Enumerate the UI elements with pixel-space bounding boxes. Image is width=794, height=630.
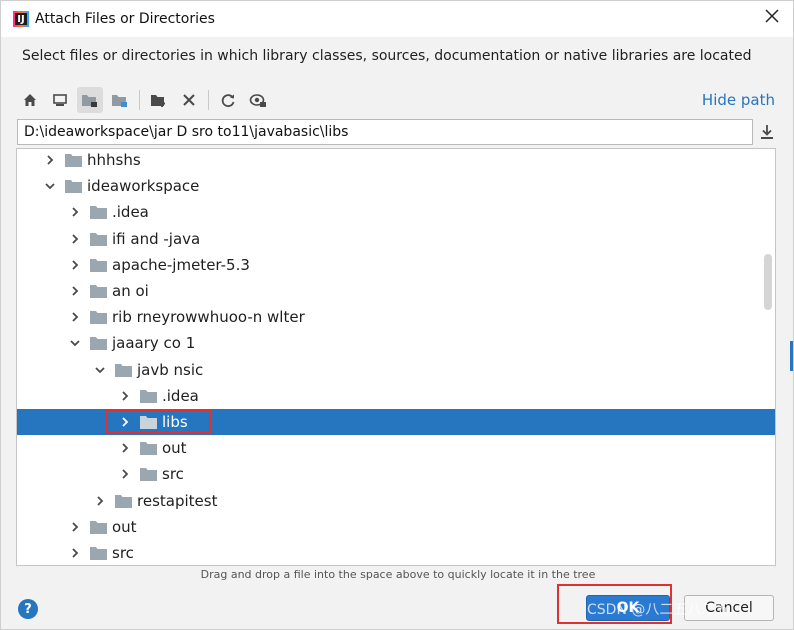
module-icon[interactable]	[107, 87, 133, 113]
download-icon[interactable]	[757, 121, 777, 143]
toolbar-separator	[208, 90, 209, 110]
project-icon[interactable]	[77, 87, 103, 113]
tree-row-label: jaaary co 1	[112, 334, 196, 353]
tree-row-label: out	[162, 439, 187, 458]
chevron-right-icon[interactable]	[93, 494, 107, 508]
folder-icon	[115, 494, 132, 508]
tree-row[interactable]: jaaary co 1	[17, 330, 775, 356]
close-icon[interactable]	[765, 7, 779, 28]
tree-row[interactable]: rib rneyrowwhuoo-n wlter	[17, 304, 775, 330]
tree-scrollbar[interactable]	[764, 254, 772, 310]
file-tree[interactable]: hhhshs ideaworkspace .idea ifi and -java apa…	[16, 148, 776, 566]
tree-row[interactable]: hhhshs	[17, 149, 775, 173]
folder-icon	[115, 363, 132, 377]
chevron-right-icon[interactable]	[68, 546, 82, 560]
tree-row-label: out	[112, 517, 137, 536]
tree-row[interactable]: javb nsic	[17, 357, 775, 383]
tree-row-label: src	[162, 465, 184, 484]
tree-row-label: rib rneyrowwhuoo-n wlter	[112, 308, 305, 327]
folder-icon	[140, 389, 157, 403]
tree-row-label: hhhshs	[87, 151, 141, 169]
folder-icon	[90, 336, 107, 351]
tree-row[interactable]: an oi	[17, 278, 775, 304]
tree-row[interactable]: apache-jmeter-5.3	[17, 252, 775, 278]
tree-row-label: ideaworkspace	[87, 177, 200, 196]
window-title: Attach Files or Directories	[35, 11, 215, 27]
chevron-down-icon[interactable]	[68, 336, 82, 350]
refresh-icon[interactable]	[215, 87, 241, 113]
chevron-right-icon[interactable]	[68, 232, 82, 246]
folder-icon	[90, 284, 107, 298]
folder-icon	[90, 232, 107, 246]
folder-icon	[90, 310, 107, 325]
annotation-highlight-libs	[106, 410, 211, 434]
chevron-right-icon[interactable]	[43, 153, 57, 167]
app-icon-label: IJ	[17, 13, 25, 25]
intellij-app-icon: IJ	[13, 11, 29, 27]
path-input[interactable]	[17, 119, 753, 145]
toolbar-separator	[139, 90, 140, 110]
chevron-right-icon[interactable]	[118, 389, 132, 403]
folder-icon	[65, 153, 82, 167]
home-icon[interactable]	[17, 87, 43, 113]
tree-row-label: restapitest	[137, 491, 218, 510]
attach-files-dialog: IJ Attach Files or Directories Select fi…	[0, 0, 794, 630]
chevron-down-icon[interactable]	[93, 363, 107, 377]
chevron-right-icon[interactable]	[68, 520, 82, 534]
tree-row-label: ifi and -java	[112, 229, 201, 248]
tree-row-label: .idea	[162, 386, 199, 405]
tree-row[interactable]: ifi and -java	[17, 226, 775, 252]
folder-icon	[90, 205, 107, 220]
delete-icon[interactable]	[176, 87, 202, 113]
tree-row[interactable]: .idea	[17, 383, 775, 409]
chevron-right-icon[interactable]	[68, 284, 82, 298]
window-edge-accent	[790, 341, 793, 371]
tree-row[interactable]: out	[17, 435, 775, 461]
annotation-highlight-ok	[557, 584, 672, 624]
tree-row-label: src	[112, 544, 134, 562]
tree-row-label: an oi	[112, 282, 149, 300]
cancel-button[interactable]: Cancel	[684, 595, 774, 621]
dialog-description: Select files or directories in which lib…	[22, 48, 752, 64]
chevron-right-icon[interactable]	[118, 467, 132, 481]
tree-row[interactable]: src	[17, 461, 775, 487]
title-bar: IJ Attach Files or Directories	[1, 1, 793, 37]
show-hidden-icon[interactable]	[245, 87, 271, 113]
help-button[interactable]: ?	[18, 599, 38, 619]
chevron-right-icon[interactable]	[118, 441, 132, 455]
drag-drop-hint: Drag and drop a file into the space abov…	[200, 568, 596, 581]
folder-icon	[140, 441, 157, 456]
chevron-right-icon[interactable]	[68, 310, 82, 324]
tree-row[interactable]: restapitest	[17, 488, 775, 514]
tree-row[interactable]: src	[17, 540, 775, 565]
file-chooser-toolbar	[17, 87, 275, 113]
desktop-icon[interactable]	[47, 87, 73, 113]
hide-path-link[interactable]: Hide path	[702, 91, 775, 109]
folder-icon	[90, 258, 107, 272]
folder-icon	[65, 179, 82, 194]
folder-icon	[140, 467, 157, 482]
tree-row-label: .idea	[112, 203, 149, 222]
help-button-label: ?	[24, 601, 32, 617]
new-folder-icon[interactable]	[146, 87, 172, 113]
tree-row[interactable]: out	[17, 514, 775, 540]
chevron-right-icon[interactable]	[68, 205, 82, 219]
tree-row-label: apache-jmeter-5.3	[112, 255, 250, 274]
cancel-button-label: Cancel	[705, 600, 753, 616]
folder-icon	[90, 546, 107, 560]
tree-row-label: javb nsic	[137, 360, 204, 379]
tree-row[interactable]: .idea	[17, 199, 775, 225]
folder-icon	[90, 520, 107, 534]
chevron-down-icon[interactable]	[43, 179, 57, 193]
tree-row[interactable]: ideaworkspace	[17, 173, 775, 199]
chevron-right-icon[interactable]	[68, 258, 82, 272]
